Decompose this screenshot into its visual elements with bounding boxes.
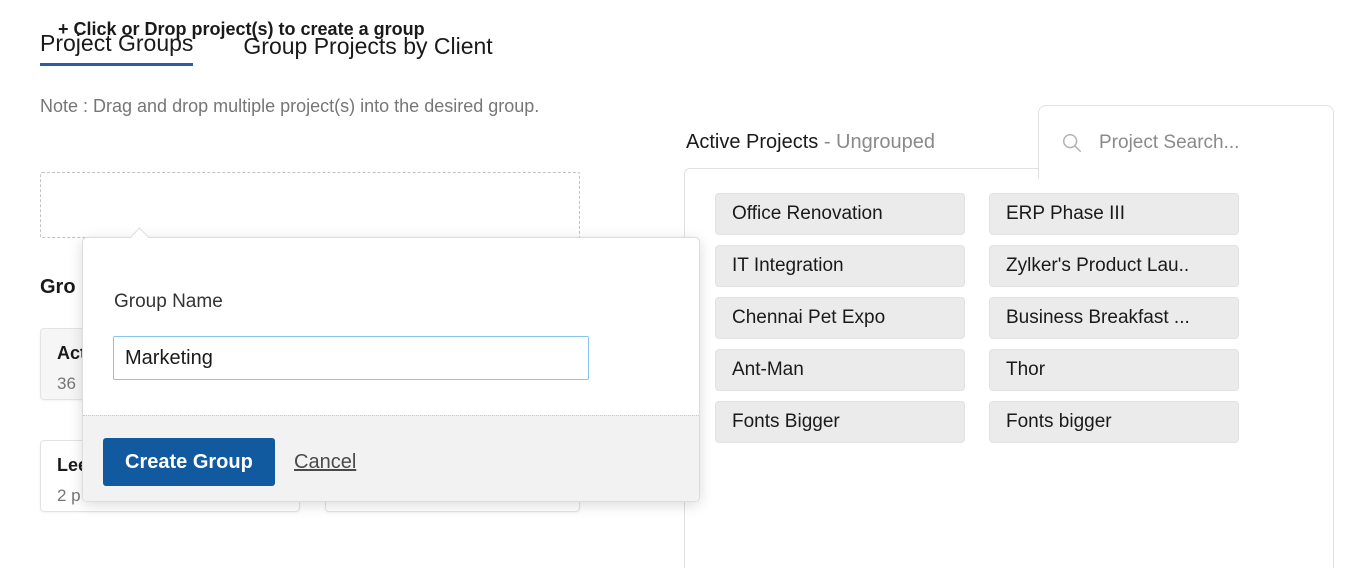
group-name-label: Group Name: [114, 291, 223, 312]
groups-section-title: Gro: [40, 276, 76, 298]
popup-body: Group Name: [83, 238, 699, 415]
project-tile[interactable]: Chennai Pet Expo: [715, 297, 965, 339]
project-search-box[interactable]: [1038, 105, 1334, 179]
popup-caret-icon: [131, 227, 153, 238]
project-tile-grid: Office Renovation ERP Phase III IT Integ…: [715, 193, 1275, 443]
popup-footer: Create Group Cancel: [83, 415, 699, 501]
project-tile[interactable]: Fonts bigger: [989, 401, 1239, 443]
active-projects-heading-main: Active Projects: [686, 131, 819, 153]
create-group-dropzone[interactable]: [40, 172, 580, 238]
project-tile[interactable]: IT Integration: [715, 245, 965, 287]
group-card-subtitle: 36: [57, 374, 76, 393]
active-projects-panel: Office Renovation ERP Phase III IT Integ…: [684, 168, 1334, 568]
project-tile[interactable]: Fonts Bigger: [715, 401, 965, 443]
search-icon: [1062, 133, 1082, 152]
active-projects-heading: Active Projects - Ungrouped: [686, 131, 935, 154]
group-name-input[interactable]: [113, 336, 589, 380]
project-tile[interactable]: ERP Phase III: [989, 193, 1239, 235]
group-card-subtitle: 2 p: [57, 486, 81, 505]
create-group-popup: Group Name Create Group Cancel: [82, 237, 700, 502]
active-projects-heading-sub: - Ungrouped: [818, 131, 936, 153]
note-text: Note : Drag and drop multiple project(s)…: [40, 96, 540, 116]
project-search-input[interactable]: [1097, 130, 1331, 155]
create-group-dropzone-label[interactable]: + Click or Drop project(s) to create a g…: [58, 19, 425, 40]
project-tile[interactable]: Ant-Man: [715, 349, 965, 391]
project-tile[interactable]: Office Renovation: [715, 193, 965, 235]
create-group-button[interactable]: Create Group: [103, 438, 275, 486]
project-tile[interactable]: Zylker's Product Lau..: [989, 245, 1239, 287]
cancel-button[interactable]: Cancel: [294, 451, 356, 474]
project-tile[interactable]: Thor: [989, 349, 1239, 391]
project-tile[interactable]: Business Breakfast ...: [989, 297, 1239, 339]
